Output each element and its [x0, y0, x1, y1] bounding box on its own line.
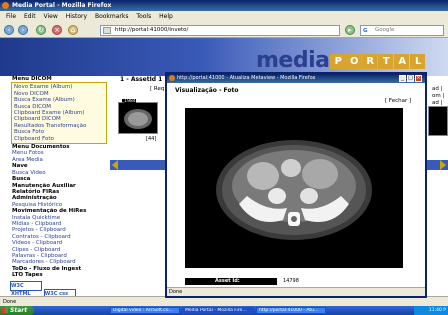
menu-file[interactable]: File	[6, 11, 16, 23]
stop-icon[interactable]: ×	[52, 25, 62, 35]
search-input[interactable]: G Google	[360, 25, 444, 36]
fragment-text: om |	[432, 93, 445, 99]
logo-letter: O	[346, 53, 362, 69]
windows-taskbar: Start Digital video : ArcSoft.co... Medi…	[0, 306, 448, 315]
back-icon[interactable]: ‹	[4, 25, 14, 35]
popup-title: http://portal:41000 - Atualiza Metaview …	[177, 75, 316, 81]
thumbnail-caption: _1984	[122, 99, 136, 104]
start-label: Start	[10, 307, 28, 314]
logo-portal-letters: PORTAL	[329, 48, 426, 73]
next-arrow-icon[interactable]	[440, 160, 446, 170]
menu-help[interactable]: Help	[159, 11, 173, 23]
url-text: http://portal:41000/Inveto/	[115, 27, 189, 33]
req-link[interactable]: [ Req	[150, 86, 164, 92]
system-tray: 11:40 P	[414, 306, 448, 315]
popup-window: http://portal:41000 - Atualiza Metaview …	[165, 72, 427, 298]
asset-id-row: Asset Id: 14798	[185, 278, 403, 285]
asset-thumbnail[interactable]	[118, 102, 158, 134]
minimize-icon[interactable]: _	[399, 75, 406, 82]
logo-letter: A	[394, 53, 410, 69]
menu-bookmarks[interactable]: Bookmarks	[95, 11, 129, 23]
taskbar-item-popup[interactable]: http://portal:41000 - Atu...	[256, 307, 326, 314]
popup-status-bar: Done	[167, 287, 425, 296]
firefox-icon	[2, 2, 9, 9]
asset-id-value: 14798	[283, 278, 299, 284]
navigation-toolbar: ‹ › ↻ × ⌂ http://portal:41000/Inveto/ ▸ …	[0, 23, 448, 38]
sidebar-section-lto[interactable]: LTO Tapes	[0, 272, 110, 278]
windows-flag-icon	[2, 307, 8, 313]
right-column-fragments: ad | om | ad |	[432, 86, 444, 107]
reload-icon[interactable]: ↻	[36, 25, 46, 35]
taskbar-item-media-portal[interactable]: Media Portal - Mozilla Fire...	[182, 307, 254, 314]
ct-scan-graphic	[185, 108, 403, 268]
menu-tools[interactable]: Tools	[136, 11, 151, 23]
mediaportal-logo: media P O R T A L	[256, 48, 426, 73]
sidebar-item-clipboard-foto[interactable]: Clipboard Foto	[14, 136, 104, 142]
taskbar-item-arcsoft[interactable]: Digital video : ArcSoft.co...	[110, 307, 180, 314]
clock: 11:40 P	[428, 308, 446, 313]
start-button[interactable]: Start	[0, 306, 34, 315]
home-icon[interactable]: ⌂	[68, 25, 78, 35]
page-icon	[103, 27, 111, 34]
w3c-xhtml-badge: W3C XHTML	[10, 280, 42, 296]
menu-history[interactable]: History	[66, 11, 87, 23]
w3c-badges: W3C XHTML W3C css	[10, 280, 110, 296]
search-placeholder: Google	[375, 27, 395, 33]
menu-edit[interactable]: Edit	[24, 11, 36, 23]
maximize-icon[interactable]: □	[407, 75, 414, 82]
menu-bar: File Edit View History Bookmarks Tools H…	[0, 11, 448, 23]
w3c-css-badge: W3C css	[43, 288, 76, 296]
go-icon[interactable]: ▸	[345, 25, 355, 35]
thumbnail-scan-image	[124, 109, 152, 129]
menu-view[interactable]: View	[44, 11, 58, 23]
logo-letter: L	[410, 53, 426, 69]
window-title-bar: Media Portal - Mozilla Firefox	[0, 0, 448, 11]
prev-arrow-icon[interactable]	[112, 160, 118, 170]
popup-title-bar: http://portal:41000 - Atualiza Metaview …	[167, 74, 425, 83]
sidebar-menu: Menu DICOM Novo Exame (Album) Novo DICOM…	[0, 76, 110, 296]
logo-letter: R	[362, 53, 378, 69]
window-title: Media Portal - Mozilla Firefox	[12, 2, 112, 9]
forward-icon[interactable]: ›	[18, 25, 28, 35]
logo-letter: P	[330, 53, 346, 69]
asset-thumbnail-right[interactable]	[428, 106, 448, 136]
url-input[interactable]: http://portal:41000/Inveto/	[100, 25, 340, 36]
logo-letter: T	[378, 53, 394, 69]
content-title: 1 - AssetId 1	[120, 76, 163, 83]
thumbnail-id: [44]	[146, 136, 157, 142]
popup-heading: Visualização - Foto	[175, 87, 239, 94]
fragment-text: ad |	[432, 86, 443, 92]
fechar-link[interactable]: [ Fechar ]	[385, 98, 411, 104]
dicom-submenu: Novo Exame (Album) Novo DICOM Busca Exam…	[11, 82, 107, 145]
google-icon: G	[363, 28, 368, 34]
asset-id-label: Asset Id:	[185, 278, 277, 285]
close-icon[interactable]: ×	[415, 75, 422, 82]
logo-media-text: media	[256, 48, 330, 73]
ct-scan-image	[185, 108, 403, 268]
header-banner: media P O R T A L	[0, 38, 448, 76]
status-text: Done	[3, 299, 17, 305]
firefox-icon	[169, 75, 175, 81]
popup-status-text: Done	[169, 289, 183, 295]
